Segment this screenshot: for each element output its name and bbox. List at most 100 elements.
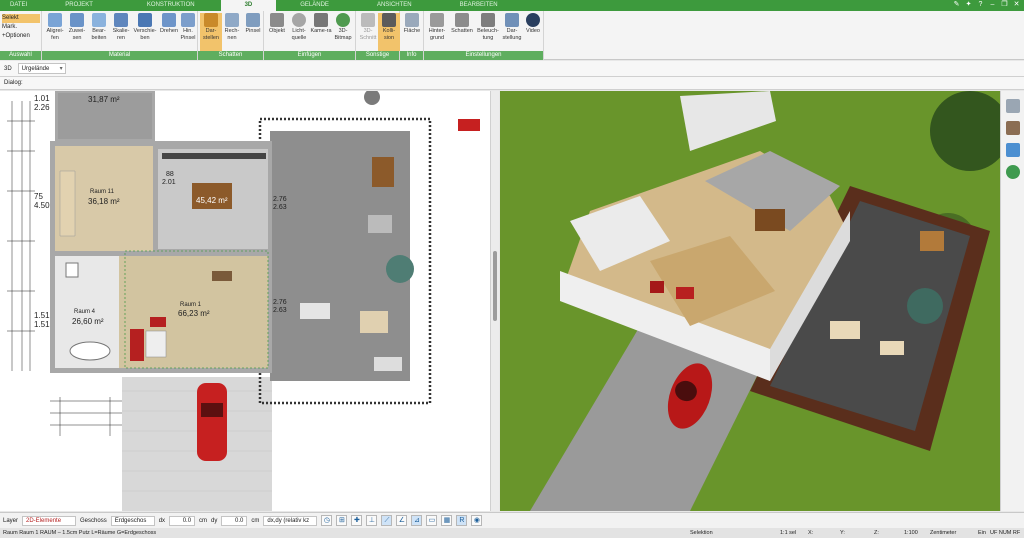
schatten-pinsel-button[interactable]: Pinsel	[242, 13, 264, 51]
clock-icon[interactable]: ◷	[321, 515, 333, 526]
einst-schatten-button[interactable]: Schatten	[449, 13, 475, 51]
rechnen-button[interactable]: Rech-nen	[221, 13, 243, 51]
hin-pinsel-button[interactable]: Hin. Pinsel	[178, 13, 198, 51]
snap-ortho-icon[interactable]: ⊿	[411, 515, 423, 526]
dx-input[interactable]: 0.0	[169, 515, 196, 526]
tree-icon	[336, 13, 350, 27]
room-1-name: Raum 1	[180, 302, 202, 308]
aligreifen-button[interactable]: Aligrei-fen	[44, 13, 66, 51]
bathtub	[69, 341, 111, 361]
drehen-button[interactable]: Drehen	[158, 13, 180, 51]
dim-label-4: 4.50	[34, 201, 50, 210]
darstellen-button[interactable]: Dar-stellen	[200, 13, 222, 51]
beleuchtung-button[interactable]: Beleuch-tung	[475, 13, 501, 51]
minimize-icon[interactable]: –	[989, 1, 996, 9]
plant-catalog-icon[interactable]	[1005, 165, 1020, 179]
status-x: X:	[808, 530, 814, 536]
group-label-auswahl: Auswahl	[0, 51, 41, 60]
layers-icon[interactable]	[1005, 99, 1020, 113]
flaeche-button[interactable]: Fläche	[401, 13, 423, 51]
geschoss-select[interactable]: Erdgeschos	[110, 515, 155, 526]
rotate-icon	[162, 13, 176, 27]
bearbeiten-button[interactable]: Bear-beiten	[88, 13, 110, 51]
menu-tab-konstruktion[interactable]: KONSTRUKTION	[121, 0, 221, 11]
ribbon: Selekt Mark. +Optionen Auswahl Aligrei-f…	[0, 11, 1024, 60]
dx-label: dx	[158, 517, 166, 524]
dy-unit: cm	[251, 517, 260, 524]
objekt-button[interactable]: Objekt	[266, 13, 288, 51]
menu-tab-3d[interactable]: 3D	[220, 0, 277, 11]
lawn-mower	[458, 119, 480, 131]
menu-tab-bearbeiten[interactable]: BEARBEITEN	[436, 0, 522, 11]
bitmap-3d-button[interactable]: 3D-Bitmap	[332, 13, 354, 51]
view-mode-label: 3D	[4, 65, 12, 72]
sofa-3d	[676, 287, 694, 299]
menu-tab-projekt[interactable]: PROJEKT	[37, 0, 121, 11]
menu-tab-gelaende[interactable]: GELÄNDE	[276, 0, 353, 11]
shrub	[364, 91, 380, 105]
snap-angle-icon[interactable]: ∠	[396, 515, 408, 526]
darstellung-button[interactable]: Dar-stellung	[501, 13, 523, 51]
snap-object-icon[interactable]: ▭	[426, 515, 438, 526]
dialog-bar: Dialog:	[0, 77, 1024, 90]
mark-button[interactable]: Mark.	[2, 23, 40, 32]
car-windshield	[201, 403, 223, 417]
snap-mid-icon[interactable]: ⊥	[366, 515, 378, 526]
eyedropper-icon	[48, 13, 62, 27]
armchair-catalog-icon[interactable]	[1005, 121, 1020, 135]
schnitt-3d-button[interactable]: 3D-Schnitt	[357, 13, 379, 51]
kollision-button[interactable]: Kolli-sion	[378, 13, 400, 51]
dim-label-1: 1.01	[34, 94, 50, 103]
desk	[212, 271, 232, 281]
lichtquelle-button[interactable]: Licht-quelle	[288, 13, 310, 51]
menu-tab-datei[interactable]: DATEI	[0, 0, 37, 11]
terrace-bench	[374, 357, 402, 371]
menu-tab-ansichten[interactable]: ANSICHTEN	[353, 0, 436, 11]
selekt-button[interactable]: Selekt	[2, 14, 40, 23]
skalieren-button[interactable]: Skalie-ren	[110, 13, 132, 51]
group-label-einstellungen: Einstellungen	[424, 51, 543, 60]
dim-label-5: 1.51	[34, 311, 50, 320]
snap-grid-icon[interactable]: ⊞	[336, 515, 348, 526]
room-4-area: 26,60 m²	[72, 317, 104, 326]
terrace-table	[360, 311, 388, 333]
kitchen-counter	[162, 153, 266, 159]
collision-icon	[382, 13, 396, 27]
shadow-compute-icon	[225, 13, 239, 27]
status-z: Z:	[874, 530, 879, 536]
floor-plan-2d[interactable]: 31,87 m² Raum 11 36,18 m² 45,42 m² Raum …	[0, 91, 490, 511]
layer-select[interactable]: 2D-Elemente	[22, 515, 77, 526]
scale-icon	[114, 13, 128, 27]
terrain-dropdown[interactable]: Urgelände	[17, 63, 66, 74]
snap-wall-icon[interactable]: ▦	[441, 515, 453, 526]
coord-mode-select[interactable]: dx,dy (relativ kz	[263, 515, 318, 526]
verschieben-button[interactable]: Verschie-ben	[132, 13, 158, 51]
help-icon[interactable]: ?	[977, 1, 984, 9]
snap-point-icon[interactable]: ✚	[351, 515, 363, 526]
dim-label-3: 75	[34, 192, 43, 201]
pin-icon[interactable]: ✎	[953, 1, 960, 9]
material-palette-icon[interactable]	[1005, 143, 1020, 157]
dy-input[interactable]: 0.0	[221, 515, 248, 526]
optionen-button[interactable]: +Optionen	[2, 32, 40, 41]
zuweisen-button[interactable]: Zuwei-sen	[66, 13, 88, 51]
snap-extra-icon[interactable]: ◉	[471, 515, 483, 526]
capture-mode-icon[interactable]: R	[456, 515, 468, 526]
view-3d[interactable]	[500, 91, 1000, 511]
snap-line-icon[interactable]: ⟋	[381, 515, 393, 526]
scroll-thumb[interactable]	[493, 251, 497, 321]
plan-scrollbar[interactable]	[490, 91, 499, 511]
terrace-lounger	[372, 157, 394, 187]
status-selektion: Selektion	[690, 530, 713, 536]
close-icon[interactable]: ✕	[1013, 1, 1020, 9]
patio-table-3d	[880, 341, 904, 355]
kamera-button[interactable]: Kame-ra	[310, 13, 332, 51]
restore-icon[interactable]: ❐	[1001, 1, 1008, 9]
group-auswahl: Selekt Mark. +Optionen Auswahl	[0, 11, 42, 60]
style-icon[interactable]: ✦	[965, 1, 972, 9]
house-background-icon	[430, 13, 444, 27]
dim-inner-2: 2.01	[162, 179, 176, 186]
video-button[interactable]: Video	[522, 13, 544, 51]
status-scale-sel: 1:1 sel	[780, 530, 797, 536]
hintergrund-button[interactable]: Hinter-grund	[426, 13, 448, 51]
